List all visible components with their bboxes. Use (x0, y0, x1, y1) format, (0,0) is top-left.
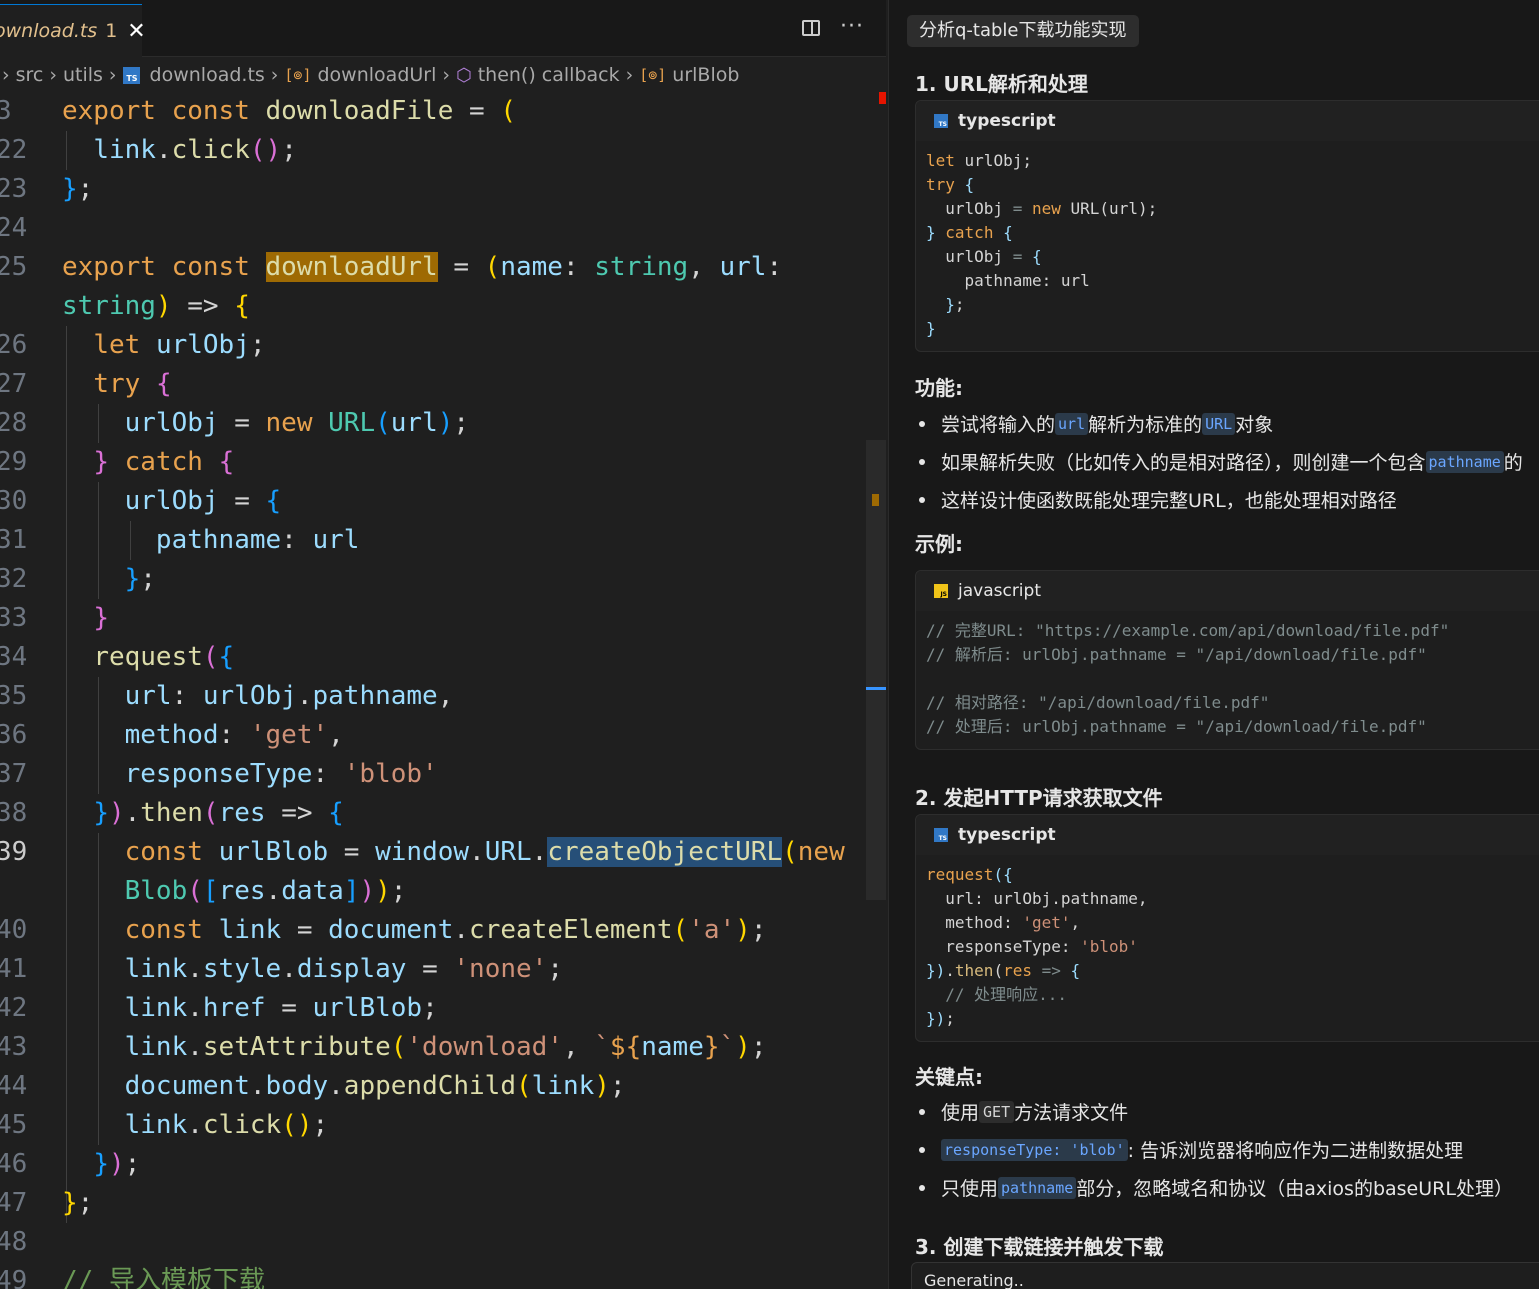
section-heading: 2. 发起HTTP请求获取文件 (915, 786, 1163, 810)
code-block-header: typescript (916, 815, 1539, 855)
tab-filename: ownload.ts (0, 20, 98, 42)
highlight-marker (872, 494, 879, 506)
code-line: 32 }; (0, 564, 156, 594)
code-line: 45 link.click(); (0, 1110, 329, 1140)
code-line: 37 responseType: 'blob' (0, 759, 438, 789)
list-item: 只使用 pathname 部分，忽略域名和协议（由axios的baseURL处理） (915, 1174, 1513, 1201)
code-block-header: javascript (916, 571, 1539, 611)
code-line: 41 link.style.display = 'none'; (0, 954, 563, 984)
javascript-icon (934, 584, 948, 598)
chevron-right-icon: › (442, 64, 450, 86)
code-line: 40 const link = document.createElement('… (0, 915, 767, 945)
typescript-icon (934, 828, 948, 842)
list-item: responseType: 'blob': 告诉浏览器将响应作为二进制数据处理 (915, 1136, 1463, 1163)
code-block: typescript let urlObj; try { urlObj = ne… (915, 100, 1539, 352)
generating-status: Generating.. (911, 1262, 1539, 1289)
code-line-active: 39 const urlBlob = window.URL.createObje… (0, 837, 845, 867)
code-line: 29 } catch { (0, 447, 235, 477)
variable-icon: [⊚] (639, 66, 667, 84)
code-editor[interactable]: ownload.ts 1 ✕ ··· › src › utils › TS do… (0, 0, 886, 1289)
code-line: 46 }); (0, 1149, 141, 1179)
chevron-right-icon: › (49, 64, 57, 86)
typescript-file-icon: TS (122, 66, 140, 84)
code-line: 30 urlObj = { (0, 486, 282, 516)
editor-scrollbar[interactable] (866, 440, 886, 900)
more-actions-icon[interactable]: ··· (840, 14, 864, 39)
method-cube-icon: ⬡ (455, 64, 472, 86)
code-line: 49// 导入模板下载 (0, 1266, 265, 1289)
example-heading: 示例: (915, 532, 963, 556)
code-line: 33 } (0, 603, 109, 633)
chat-panel: 分析q-table下载功能实现 1. URL解析和处理 typescript l… (888, 0, 1539, 1289)
breadcrumb-item-urlblob[interactable]: urlBlob (672, 64, 739, 86)
chevron-right-icon: › (625, 64, 634, 86)
chevron-right-icon: › (108, 64, 117, 86)
code-line: 27 try { (0, 369, 172, 399)
code-block-header: typescript (916, 101, 1539, 141)
editor-tab-bar: ownload.ts 1 ✕ ··· (0, 0, 886, 57)
code-line: 47}; (0, 1188, 94, 1218)
code-line: string) => { (62, 291, 250, 321)
breadcrumb-item-file[interactable]: download.ts (150, 64, 265, 86)
code-line: 25 export const downloadUrl = (name: stri… (0, 252, 783, 282)
code-line: 35 url: urlObj.pathname, (0, 681, 454, 711)
typescript-icon (934, 114, 948, 128)
breadcrumb-item-callback[interactable]: then() callback (478, 64, 620, 86)
code-line: 23}; (0, 174, 94, 204)
code-line: 43 link.setAttribute('download', `${name… (0, 1032, 767, 1062)
key-points-heading: 关键点: (915, 1065, 983, 1089)
list-item: 尝试将输入的 url 解析为标准的 URL 对象 (915, 410, 1273, 437)
code-line: 42 link.href = urlBlob; (0, 993, 438, 1023)
error-marker (879, 92, 886, 104)
chevron-right-icon: › (2, 64, 10, 86)
section-heading: 3. 创建下载链接并触发下载 (915, 1235, 1164, 1259)
code-block: javascript // 完整URL: "https://example.co… (915, 570, 1539, 750)
code-line: 22 link.click(); (0, 135, 297, 165)
code-line: 26 let urlObj; (0, 330, 266, 360)
code-line: 36 method: 'get', (0, 720, 344, 750)
features-heading: 功能: (915, 376, 963, 400)
code-line: 44 document.body.appendChild(link); (0, 1071, 626, 1101)
breadcrumb: › src › utils › TS download.ts › [⊚] dow… (0, 58, 886, 92)
breadcrumb-item-downloadurl[interactable]: downloadUrl (318, 64, 437, 86)
close-icon[interactable]: ✕ (127, 19, 145, 44)
list-item: 这样设计使函数既能处理完整URL，也能处理相对路径 (915, 486, 1397, 513)
code-line: Blob([res.data])); (124, 876, 407, 906)
code-line: 3 export const downloadFile = ( (0, 96, 516, 126)
cursor-marker (866, 687, 886, 690)
code-line: 31 pathname: url (0, 525, 360, 555)
breadcrumb-item-utils[interactable]: utils (63, 64, 103, 86)
variable-icon: [⊚] (284, 66, 312, 84)
chat-title[interactable]: 分析q-table下载功能实现 (907, 15, 1139, 47)
chevron-right-icon: › (270, 64, 279, 86)
code-line: 24 (0, 213, 28, 243)
code-block: typescript request({ url: urlObj.pathnam… (915, 814, 1539, 1042)
breadcrumb-item-src[interactable]: src (16, 64, 44, 86)
code-line: 28 urlObj = new URL(url); (0, 408, 470, 438)
list-item: 如果解析失败（比如传入的是相对路径），则创建一个包含 pathname 的 (915, 448, 1523, 475)
list-item: 使用 GET 方法请求文件 (915, 1098, 1128, 1125)
split-editor-icon[interactable] (802, 20, 820, 36)
tab-download-ts[interactable]: ownload.ts 1 ✕ (0, 4, 146, 57)
code-line: 38 }).then(res => { (0, 798, 344, 828)
code-line: 48 (0, 1227, 28, 1257)
code-line: 34 request({ (0, 642, 235, 672)
section-heading: 1. URL解析和处理 (915, 72, 1088, 96)
tab-problem-count: 1 (105, 20, 118, 42)
